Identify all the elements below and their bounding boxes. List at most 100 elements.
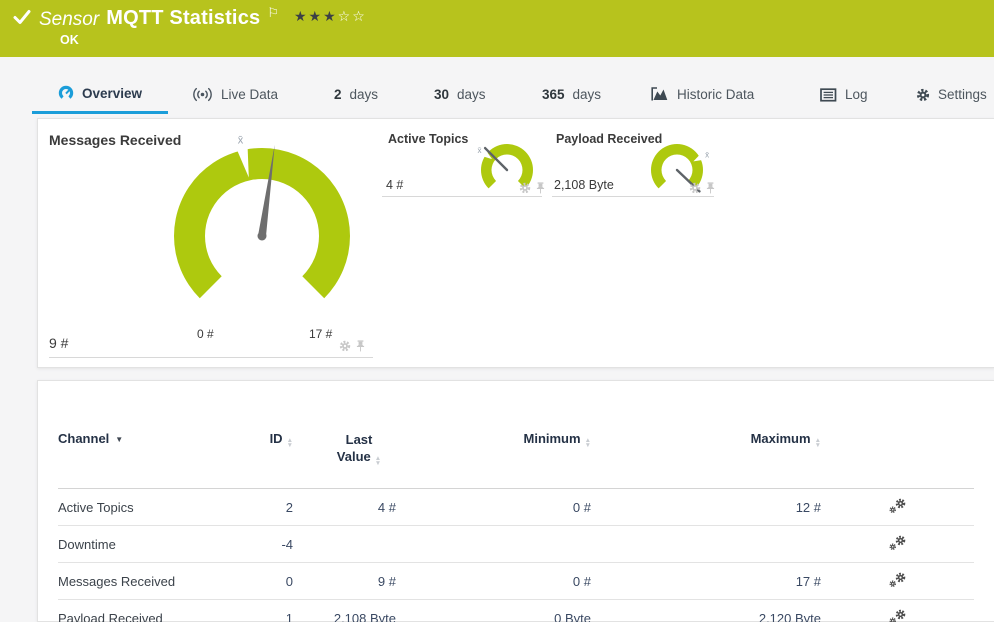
channel-table: Channel ▼ ID ▲ ▼ Last Value ▲ ▼ Minimum ▲ ▼ Maxi…: [58, 415, 974, 622]
priority-stars[interactable]: ★★★☆☆: [294, 8, 367, 25]
channel-name[interactable]: Active Topics: [58, 488, 218, 526]
status-check-icon: [13, 10, 31, 24]
tab-365-days[interactable]: 365 days: [542, 75, 601, 114]
channel-settings-icon[interactable]: [889, 572, 907, 588]
channel-maximum: 12 #: [591, 488, 821, 526]
tab-number: 30: [434, 87, 450, 102]
sort-icon[interactable]: ▲ ▼: [584, 437, 591, 449]
header-id[interactable]: ID ▲ ▼: [218, 415, 293, 489]
channel-last-value: 9 #: [293, 562, 396, 600]
sort-down-icon: ▼: [584, 442, 591, 449]
priority-flag-icon[interactable]: ⚐: [267, 5, 279, 21]
gauge-value-messages-received: 9 #: [49, 335, 69, 351]
tab-label: days: [349, 87, 379, 102]
gear-icon[interactable]: [519, 182, 531, 194]
channel-name[interactable]: Payload Received: [58, 599, 218, 622]
tab-number: 365: [542, 87, 565, 102]
sort-desc-icon[interactable]: ▼: [115, 435, 123, 444]
gauge-min-label: 0 #: [197, 327, 214, 341]
channel-id: 1: [218, 599, 293, 622]
channel-maximum: 17 #: [591, 562, 821, 600]
gear-icon[interactable]: [689, 182, 701, 194]
table-row[interactable]: Active Topics 2 4 # 0 # 12 #: [58, 488, 974, 526]
svg-text:x̄: x̄: [477, 146, 481, 155]
header-minimum[interactable]: Minimum ▲ ▼: [396, 415, 591, 489]
gauge-max-label: 17 #: [309, 327, 333, 341]
panel-channels: Channel ▼ ID ▲ ▼ Last Value ▲ ▼ Minimum ▲ ▼ Maxi…: [37, 380, 994, 622]
header-label: Channel: [58, 431, 110, 446]
sort-icon[interactable]: ▲ ▼: [286, 437, 293, 449]
area-chart-icon: [651, 87, 668, 101]
header-actions: [821, 415, 974, 489]
broadcast-icon: [193, 87, 212, 102]
page-title: MQTT Statistics: [106, 7, 261, 29]
header-last-value[interactable]: Last Value ▲ ▼: [293, 415, 396, 489]
header-channel[interactable]: Channel ▼: [58, 415, 218, 489]
tab-overview[interactable]: Overview: [32, 75, 168, 114]
divider: [49, 357, 373, 358]
header-label: ID: [269, 431, 283, 446]
table-row[interactable]: Payload Received 1 2,108 Byte 0 Byte 2,1…: [58, 599, 974, 622]
gauge-title-active-topics: Active Topics: [388, 132, 469, 146]
tab-label: Live Data: [221, 87, 279, 102]
tab-label: Overview: [81, 85, 143, 101]
svg-text:x̄: x̄: [238, 134, 244, 146]
channel-settings-icon[interactable]: [889, 498, 907, 514]
sort-down-icon: ▼: [814, 442, 821, 449]
svg-text:x̄: x̄: [705, 150, 709, 159]
table-row[interactable]: Downtime -4: [58, 525, 974, 563]
channel-settings-icon[interactable]: [889, 535, 907, 551]
divider: [552, 196, 714, 197]
gauge-value-active-topics: 4 #: [386, 178, 404, 192]
prtg-sensor-page: Sensor MQTT Statistics ⚐ ★★★☆☆ OK Overvi…: [0, 0, 994, 622]
header-label: Last: [345, 432, 373, 447]
channel-id: 2: [218, 488, 293, 526]
channel-minimum: [396, 525, 591, 563]
pin-icon[interactable]: [705, 182, 716, 194]
tab-2-days[interactable]: 2 days: [334, 75, 378, 114]
header-maximum[interactable]: Maximum ▲ ▼: [591, 415, 821, 489]
sort-icon[interactable]: ▲ ▼: [814, 437, 821, 449]
header-label: Minimum: [523, 431, 581, 446]
table-row[interactable]: Messages Received 0 9 # 0 # 17 #: [58, 562, 974, 600]
channel-minimum: 0 Byte: [396, 599, 591, 622]
stars-empty[interactable]: ☆☆: [338, 8, 367, 24]
tab-live-data[interactable]: Live Data: [192, 75, 278, 114]
header-label: Maximum: [750, 431, 811, 446]
gauge-title-messages-received: Messages Received: [49, 132, 182, 148]
channel-last-value: 4 #: [293, 488, 396, 526]
channel-name[interactable]: Downtime: [58, 525, 218, 563]
channel-name[interactable]: Messages Received: [58, 562, 218, 600]
header-label: Value: [336, 449, 371, 464]
channel-maximum: [591, 525, 821, 563]
tab-label: days: [572, 87, 602, 102]
channel-id: -4: [218, 525, 293, 563]
channel-minimum: 0 #: [396, 488, 591, 526]
object-kind-label: Sensor: [39, 9, 100, 30]
pin-icon[interactable]: [535, 182, 546, 194]
channel-last-value: 2,108 Byte: [293, 599, 396, 622]
channel-maximum: 2,120 Byte: [591, 599, 821, 622]
sort-down-icon: ▼: [374, 460, 382, 467]
gauge-messages-received: x̄: [174, 134, 350, 299]
channel-minimum: 0 #: [396, 562, 591, 600]
gauge-value-payload-received: 2,108 Byte: [554, 178, 614, 192]
tab-settings[interactable]: Settings: [916, 75, 987, 114]
channel-id: 0: [218, 562, 293, 600]
pin-icon[interactable]: [355, 340, 366, 352]
channel-settings-icon[interactable]: [889, 609, 907, 622]
log-icon: [820, 87, 837, 102]
table-header-row: Channel ▼ ID ▲ ▼ Last Value ▲ ▼ Minimum ▲ ▼ Maxi…: [58, 415, 974, 489]
gear-icon[interactable]: [339, 340, 351, 352]
tab-label: Settings: [938, 87, 987, 102]
sort-down-icon: ▼: [286, 442, 293, 449]
stars-filled[interactable]: ★★★: [294, 8, 338, 24]
sensor-status-banner: Sensor MQTT Statistics ⚐ ★★★☆☆ OK: [0, 0, 994, 57]
tab-number: 2: [334, 87, 342, 102]
sort-icon[interactable]: ▲ ▼: [374, 455, 382, 467]
divider: [382, 196, 542, 197]
tab-historic-data[interactable]: Historic Data: [651, 75, 754, 114]
tab-log[interactable]: Log: [820, 75, 868, 114]
gauge-icon: [58, 85, 74, 101]
tab-30-days[interactable]: 30 days: [434, 75, 486, 114]
